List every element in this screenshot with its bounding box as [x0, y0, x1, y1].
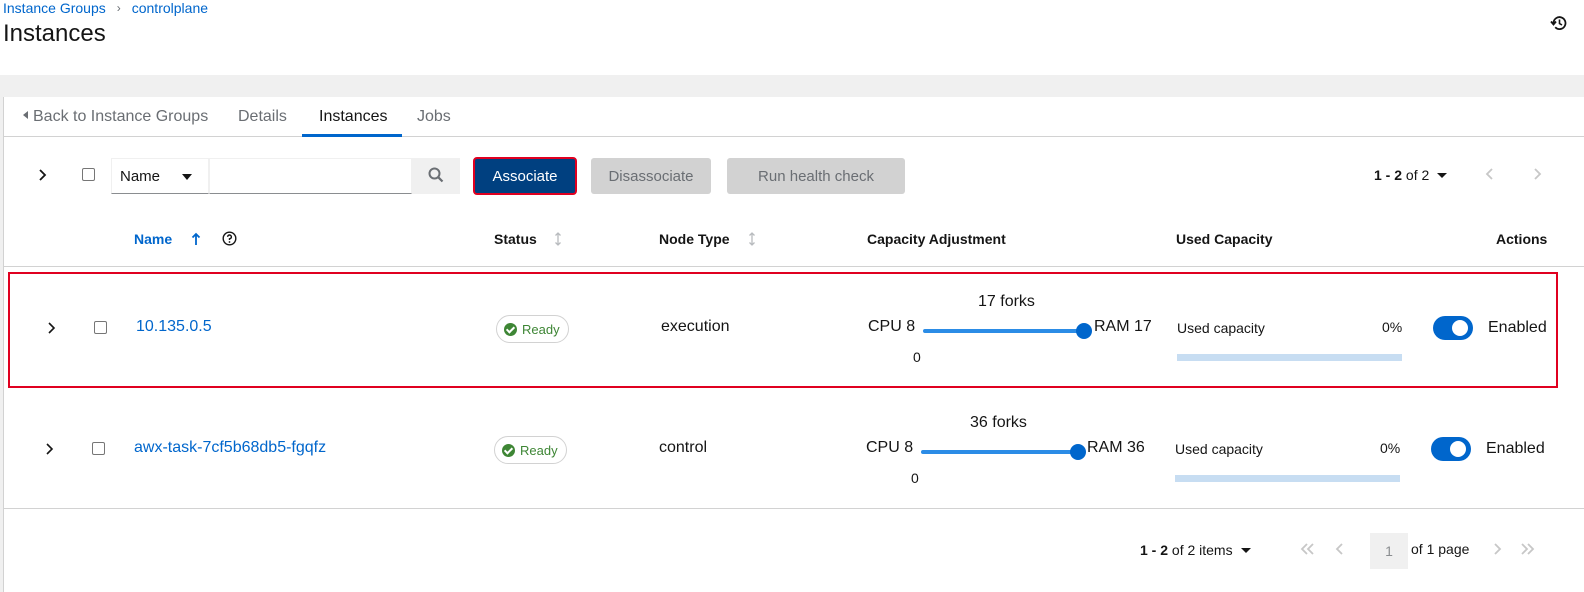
expand-all-chevron-icon[interactable] — [36, 168, 48, 182]
forks-label: 17 forks — [978, 293, 1035, 310]
used-capacity-label: Used capacity — [1177, 320, 1265, 336]
filter-key-select[interactable]: Name — [111, 158, 209, 194]
next-page-icon[interactable] — [1491, 542, 1503, 556]
last-page-icon[interactable] — [1520, 542, 1536, 556]
row-select-checkbox[interactable] — [94, 321, 107, 334]
check-circle-icon — [504, 322, 517, 336]
table-header: Name Status Node Type Capacity Adjustmen… — [4, 219, 1584, 267]
current-page-input[interactable]: 1 — [1370, 533, 1408, 569]
tab-details[interactable]: Details — [238, 108, 287, 126]
column-header-capacity-adjustment: Capacity Adjustment — [867, 231, 1006, 247]
select-all-checkbox[interactable] — [82, 168, 95, 181]
row-select-checkbox[interactable] — [92, 442, 105, 455]
page-header: Instance Groups › controlplane Instances — [0, 0, 1584, 75]
expand-row-chevron-icon[interactable] — [46, 321, 56, 335]
forks-label: 36 forks — [970, 414, 1027, 431]
sort-icon[interactable] — [748, 232, 756, 246]
node-type: control — [659, 439, 708, 456]
column-header-used-capacity: Used Capacity — [1176, 231, 1273, 247]
slider-min-label: 0 — [911, 470, 919, 486]
first-page-icon[interactable] — [1299, 542, 1315, 556]
column-header-name[interactable]: Name — [134, 231, 172, 247]
ram-label: RAM 36 — [1087, 439, 1145, 456]
caret-down-icon — [1240, 547, 1251, 553]
enabled-label: Enabled — [1488, 319, 1547, 336]
capacity-slider-thumb[interactable] — [1070, 444, 1086, 460]
node-type: execution — [661, 318, 730, 335]
tab-jobs[interactable]: Jobs — [417, 108, 451, 126]
search-button[interactable] — [412, 158, 460, 194]
breadcrumb-instance-groups[interactable]: Instance Groups — [3, 0, 106, 16]
tab-back-to-instance-groups[interactable]: Back to Instance Groups — [23, 108, 208, 126]
page-title: Instances — [3, 20, 106, 47]
used-capacity-percent: 0% — [1382, 319, 1403, 335]
total-pages-label: of 1 page — [1411, 541, 1470, 557]
next-page-icon[interactable] — [1531, 167, 1543, 181]
expand-row-chevron-icon[interactable] — [44, 442, 54, 456]
cpu-label: CPU 8 — [866, 439, 914, 456]
column-header-actions: Actions — [1496, 231, 1548, 247]
instance-name-link[interactable]: awx-task-7cf5b68db5-fgqfz — [134, 439, 326, 457]
tab-instances[interactable]: Instances — [319, 108, 387, 126]
previous-page-icon[interactable] — [1334, 542, 1346, 556]
cpu-label: CPU 8 — [868, 318, 916, 335]
ram-label: RAM 17 — [1094, 318, 1152, 335]
column-header-status[interactable]: Status — [494, 231, 537, 247]
used-capacity-bar — [1177, 354, 1402, 361]
capacity-slider-track[interactable] — [923, 329, 1083, 333]
breadcrumb-controlplane[interactable]: controlplane — [132, 0, 208, 16]
check-circle-icon — [502, 443, 515, 457]
pagination-footer: 1 - 2 of 2 items 1 of 1 page — [4, 527, 1584, 592]
search-input[interactable] — [209, 158, 412, 194]
search-icon — [428, 167, 444, 182]
chevron-right-icon: › — [116, 1, 121, 15]
enabled-label: Enabled — [1486, 440, 1545, 457]
instance-name-link[interactable]: 10.135.0.5 — [136, 318, 212, 336]
enabled-toggle[interactable] — [1431, 437, 1471, 461]
pagination-toggle[interactable]: 1 - 2 of 2 — [1374, 167, 1448, 183]
column-header-node-type[interactable]: Node Type — [659, 231, 730, 247]
table-row: 10.135.0.5 Ready execution 17 forks CPU … — [8, 272, 1558, 388]
caret-down-icon — [1437, 172, 1448, 178]
disassociate-button[interactable]: Disassociate — [591, 158, 711, 194]
status-badge: Ready — [494, 436, 567, 464]
capacity-slider-track[interactable] — [921, 450, 1076, 454]
active-tab-indicator — [302, 134, 402, 137]
help-icon[interactable] — [222, 231, 237, 246]
history-icon[interactable] — [1550, 14, 1568, 32]
caret-down-icon — [182, 174, 192, 180]
tab-bar: Back to Instance Groups Details Instance… — [4, 97, 1584, 137]
breadcrumb: Instance Groups › controlplane — [3, 0, 208, 16]
caret-left-icon — [23, 111, 28, 119]
items-per-page-toggle[interactable]: 1 - 2 of 2 items — [1140, 542, 1251, 558]
instances-card: Back to Instance Groups Details Instance… — [3, 97, 1584, 592]
previous-page-icon[interactable] — [1484, 167, 1496, 181]
enabled-toggle[interactable] — [1433, 316, 1473, 340]
used-capacity-percent: 0% — [1380, 440, 1401, 456]
used-capacity-label: Used capacity — [1175, 441, 1263, 457]
table-row: awx-task-7cf5b68db5-fgqfz Ready control … — [4, 389, 1584, 509]
slider-min-label: 0 — [913, 349, 921, 365]
status-badge: Ready — [496, 315, 569, 343]
used-capacity-bar — [1175, 475, 1400, 482]
capacity-slider-thumb[interactable] — [1076, 323, 1092, 339]
associate-button[interactable]: Associate — [473, 157, 577, 195]
sort-icon[interactable] — [554, 232, 562, 246]
sort-ascending-icon[interactable] — [191, 232, 201, 246]
run-health-check-button[interactable]: Run health check — [727, 158, 905, 194]
